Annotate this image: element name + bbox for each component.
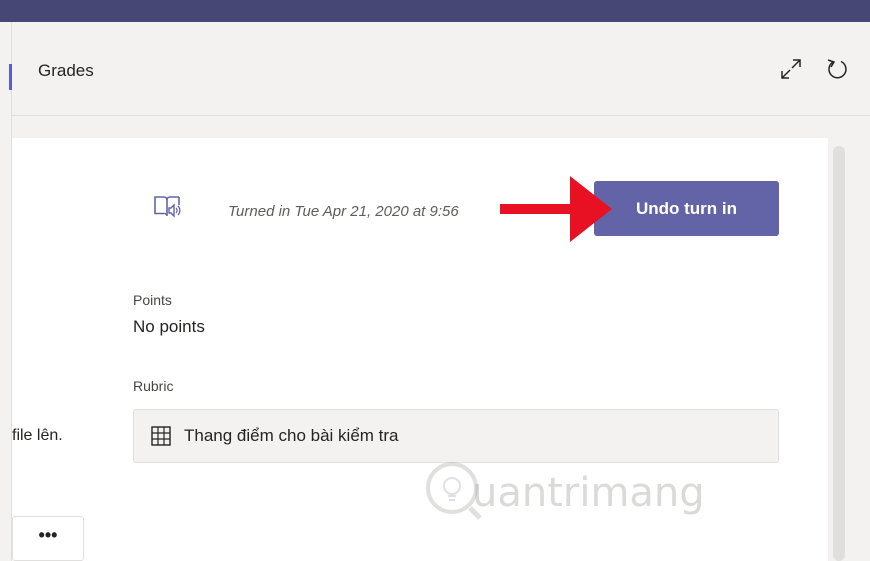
tab-active-marker	[9, 64, 12, 90]
tab-grades[interactable]: Grades	[38, 61, 94, 81]
refresh-icon[interactable]	[824, 56, 850, 82]
undo-turn-in-button[interactable]: Undo turn in	[594, 181, 779, 236]
scrollbar-thumb[interactable]	[833, 146, 845, 561]
annotation-arrow-icon	[500, 176, 612, 242]
turned-in-status: Turned in Tue Apr 21, 2020 at 9:56	[228, 203, 459, 220]
expand-icon[interactable]	[778, 56, 804, 82]
tab-header-bar	[0, 22, 870, 116]
watermark-text: uantrimang	[472, 470, 705, 516]
rubric-value: Thang điểm cho bài kiểm tra	[184, 426, 399, 445]
file-instruction-text: file lên.	[12, 427, 63, 444]
rubric-label: Rubric	[133, 378, 174, 394]
immersive-reader-icon[interactable]	[152, 192, 182, 222]
more-options-button[interactable]: •••	[12, 516, 84, 561]
points-label: Points	[133, 292, 172, 308]
left-panel-edge	[0, 22, 12, 561]
table-grid-icon	[151, 426, 171, 446]
points-value: No points	[133, 317, 205, 336]
app-top-bar	[0, 0, 870, 22]
